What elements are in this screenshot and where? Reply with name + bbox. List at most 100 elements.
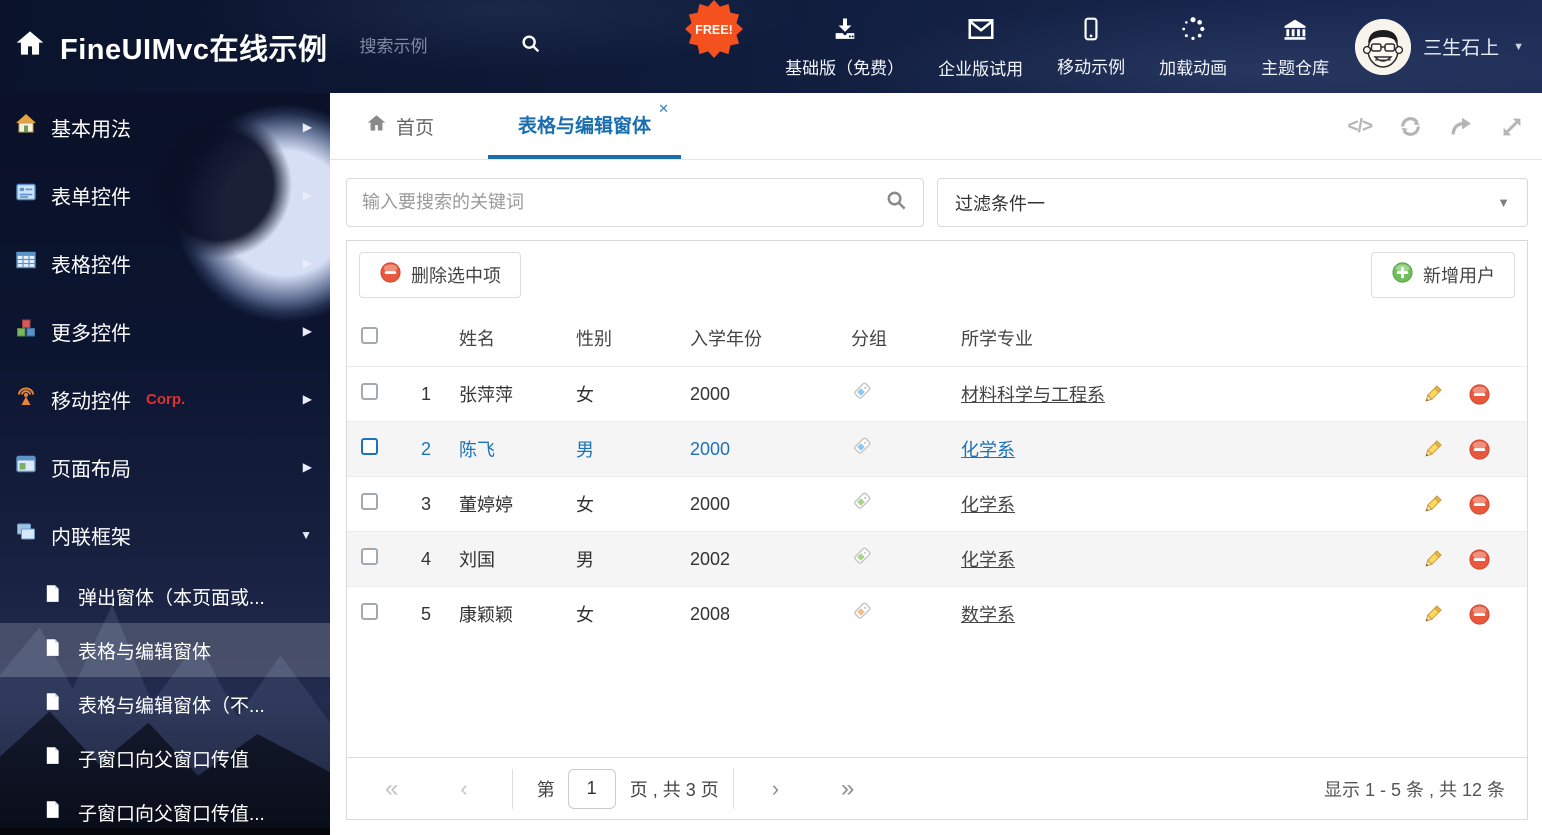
search-icon[interactable] bbox=[885, 189, 908, 217]
row-index: 5 bbox=[420, 603, 431, 624]
sidebar-item-form-controls[interactable]: 表单控件 ▶ bbox=[0, 161, 330, 229]
sidebar-subitem-label: 表格与编辑窗体（不... bbox=[78, 695, 265, 717]
nav-theme-store[interactable]: 主题仓库 bbox=[1261, 15, 1329, 79]
page-number-input[interactable] bbox=[567, 768, 616, 809]
filter-dropdown[interactable]: 过滤条件一 ▼ bbox=[937, 178, 1528, 227]
sidebar-item-iframe[interactable]: 内联框架 ▼ bbox=[0, 501, 330, 569]
edit-row-button[interactable] bbox=[1410, 493, 1455, 516]
prev-page-button[interactable]: ‹ bbox=[460, 776, 467, 802]
nav-label: 移动示例 bbox=[1057, 57, 1126, 77]
sidebar-item-label: 页面布局 bbox=[51, 458, 131, 481]
delete-row-button[interactable] bbox=[1455, 383, 1527, 406]
row-checkbox[interactable] bbox=[361, 548, 378, 565]
column-header-group[interactable]: 分组 bbox=[831, 325, 941, 351]
user-menu[interactable]: 三生石上 ▼ bbox=[1355, 18, 1524, 75]
column-header-gender[interactable]: 性别 bbox=[566, 325, 666, 351]
delete-row-button[interactable] bbox=[1455, 603, 1527, 626]
app-title: FineUIMvc在线示例 bbox=[60, 33, 328, 66]
delete-row-button[interactable] bbox=[1455, 438, 1527, 461]
nav-label: 企业版试用 bbox=[938, 59, 1024, 79]
nav-mobile-demo[interactable]: 移动示例 bbox=[1057, 16, 1125, 78]
row-checkbox[interactable] bbox=[361, 493, 378, 510]
edit-row-button[interactable] bbox=[1410, 548, 1455, 571]
tab-home[interactable]: 首页 bbox=[360, 93, 440, 159]
edit-row-button[interactable] bbox=[1410, 603, 1455, 626]
cubes-icon bbox=[14, 316, 38, 346]
column-header-major[interactable]: 所学专业 bbox=[941, 325, 1410, 351]
row-checkbox[interactable] bbox=[361, 603, 378, 620]
app: FineUIMvc在线示例 FREE! 基础版（免费） 企业 bbox=[0, 0, 1542, 835]
table-row[interactable]: 1 张萍萍 女 2000 材料科学与工程系 bbox=[347, 366, 1527, 421]
file-icon bbox=[42, 745, 63, 772]
header-nav: 基础版（免费） 企业版试用 移动示例 加载动画 主题仓库 bbox=[785, 14, 1329, 80]
cell-name: 康颖颖 bbox=[459, 605, 513, 625]
source-code-icon[interactable]: </> bbox=[1348, 116, 1374, 138]
sidebar-subitem-child-to-parent-2[interactable]: 子窗口向父窗口传值... bbox=[0, 785, 330, 835]
sidebar-item-grid-controls[interactable]: 表格控件 ▶ bbox=[0, 229, 330, 297]
column-header-year[interactable]: 入学年份 bbox=[666, 325, 831, 351]
major-link[interactable]: 化学系 bbox=[961, 440, 1015, 460]
add-user-button[interactable]: 新增用户 bbox=[1371, 252, 1515, 298]
tab-toolbar: </> bbox=[1348, 93, 1524, 160]
file-icon bbox=[42, 637, 63, 664]
sidebar-item-more-controls[interactable]: 更多控件 ▶ bbox=[0, 297, 330, 365]
edit-row-button[interactable] bbox=[1410, 438, 1455, 461]
logo[interactable]: FineUIMvc在线示例 bbox=[14, 26, 328, 68]
keyword-search-input[interactable] bbox=[362, 192, 885, 213]
search-icon[interactable] bbox=[520, 33, 542, 60]
table-row[interactable]: 3 董婷婷 女 2000 化学系 bbox=[347, 476, 1527, 531]
sidebar-subitem-child-to-parent[interactable]: 子窗口向父窗口传值 bbox=[0, 731, 330, 785]
last-page-button[interactable]: » bbox=[841, 775, 854, 803]
sidebar-item-page-layout[interactable]: 页面布局 ▶ bbox=[0, 433, 330, 501]
edit-row-button[interactable] bbox=[1410, 383, 1455, 406]
column-header-name[interactable]: 姓名 bbox=[441, 325, 566, 351]
tab-grid-edit-window[interactable]: 表格与编辑窗体 ✕ bbox=[488, 93, 682, 159]
sidebar-subitem-grid-edit-window-2[interactable]: 表格与编辑窗体（不... bbox=[0, 677, 330, 731]
sidebar-item-label: 更多控件 bbox=[51, 322, 131, 345]
refresh-icon[interactable] bbox=[1398, 114, 1423, 139]
sidebar-subitem-grid-edit-window[interactable]: 表格与编辑窗体 bbox=[0, 623, 330, 677]
nav-enterprise-trial[interactable]: 企业版试用 bbox=[938, 14, 1023, 80]
sidebar-item-basic-usage[interactable]: 基本用法 ▶ bbox=[0, 93, 330, 161]
form-icon bbox=[14, 180, 38, 210]
filter-dropdown-value: 过滤条件一 bbox=[955, 193, 1045, 214]
major-link[interactable]: 数学系 bbox=[961, 605, 1015, 625]
next-page-button[interactable]: › bbox=[772, 776, 779, 802]
sidebar-subitem-popup-window[interactable]: 弹出窗体（本页面或... bbox=[0, 569, 330, 623]
delete-row-button[interactable] bbox=[1455, 548, 1527, 571]
main-area: 首页 表格与编辑窗体 ✕ </> 输入要搜索的关键词 过滤条件一 ▼ 删除选中项… bbox=[330, 93, 1542, 835]
delete-row-button[interactable] bbox=[1455, 493, 1527, 516]
minus-circle-icon bbox=[379, 261, 402, 289]
nav-label: 基础版（免费） bbox=[785, 58, 905, 78]
delete-selected-button[interactable]: 删除选中项 bbox=[359, 252, 521, 298]
first-page-button[interactable]: « bbox=[385, 775, 398, 803]
fullscreen-icon[interactable] bbox=[1500, 115, 1524, 139]
open-new-window-icon[interactable] bbox=[1449, 114, 1474, 139]
header-search-input[interactable] bbox=[359, 36, 510, 57]
row-index: 4 bbox=[420, 548, 431, 569]
cell-gender: 女 bbox=[576, 385, 594, 405]
tag-icon bbox=[851, 381, 872, 407]
tag-icon bbox=[851, 491, 872, 517]
table-row-selected[interactable]: 2 陈飞 男 2000 化学系 bbox=[347, 421, 1527, 476]
sidebar-item-mobile-controls[interactable]: 移动控件 Corp. ▶ bbox=[0, 365, 330, 433]
nav-loading-animation[interactable]: 加载动画 bbox=[1159, 15, 1227, 79]
tab-label: 表格与编辑窗体 bbox=[518, 115, 652, 137]
envelope-icon bbox=[966, 14, 996, 49]
table-row[interactable]: 4 刘国 男 2002 化学系 bbox=[347, 531, 1527, 586]
major-link[interactable]: 化学系 bbox=[961, 495, 1015, 515]
table-row[interactable]: 5 康颖颖 女 2008 数学系 bbox=[347, 586, 1527, 641]
sidebar-subitem-label: 子窗口向父窗口传值... bbox=[78, 803, 265, 825]
page-label-after: 页 , 共 3 页 bbox=[629, 779, 719, 800]
major-link[interactable]: 材料科学与工程系 bbox=[961, 385, 1105, 405]
row-checkbox[interactable] bbox=[361, 438, 378, 455]
row-checkbox[interactable] bbox=[361, 383, 378, 400]
corp-badge: Corp. bbox=[146, 390, 186, 408]
divider bbox=[732, 768, 734, 809]
close-icon[interactable]: ✕ bbox=[658, 101, 669, 117]
plus-circle-icon bbox=[1391, 261, 1414, 289]
grid-toolbar: 删除选中项 新增用户 bbox=[347, 241, 1527, 309]
major-link[interactable]: 化学系 bbox=[961, 550, 1015, 570]
select-all-checkbox[interactable] bbox=[361, 326, 378, 344]
nav-basic-edition[interactable]: 基础版（免费） bbox=[785, 15, 904, 79]
